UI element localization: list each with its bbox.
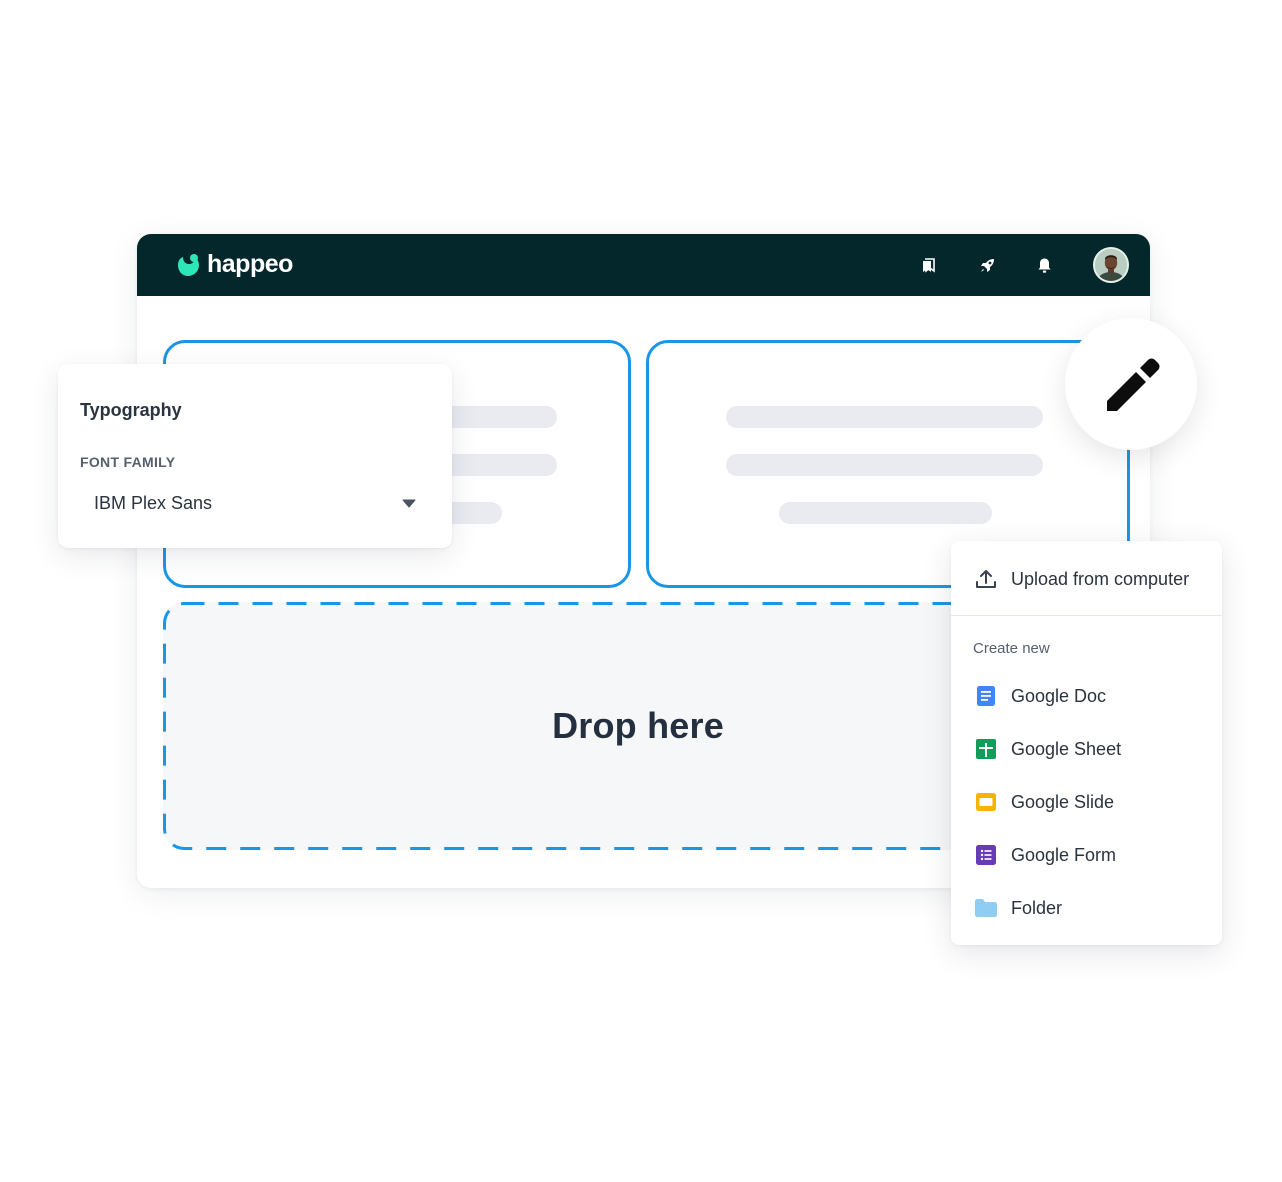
happeo-logo-icon — [178, 253, 199, 276]
folder-icon — [974, 896, 998, 920]
google-doc-icon — [974, 684, 998, 708]
rocket-icon[interactable] — [975, 253, 999, 277]
skeleton-line — [726, 454, 1043, 476]
google-sheet-icon — [974, 737, 998, 761]
typography-title: Typography — [80, 400, 182, 420]
upload-icon — [974, 567, 998, 591]
font-family-select[interactable]: IBM Plex Sans — [80, 482, 430, 524]
font-family-value: IBM Plex Sans — [94, 493, 213, 513]
skeleton-line — [779, 502, 992, 524]
file-menu: Upload from computer Create new Google D… — [951, 541, 1222, 945]
top-navbar: happeo — [137, 234, 1150, 296]
create-new-heading: Create new — [973, 640, 1050, 657]
menu-item-label: Folder — [1011, 897, 1063, 918]
menu-item-google-form[interactable]: Google Form — [951, 833, 1222, 877]
menu-divider — [951, 615, 1222, 616]
user-avatar[interactable] — [1093, 247, 1129, 283]
font-family-label: FONT FAMILY — [80, 454, 176, 470]
skeleton-line — [726, 406, 1043, 428]
bookmarks-icon[interactable] — [917, 253, 941, 277]
edit-button[interactable] — [1065, 318, 1197, 450]
menu-item-label: Google Doc — [1011, 685, 1107, 706]
menu-item-google-sheet[interactable]: Google Sheet — [951, 727, 1222, 771]
brand-name: happeo — [207, 250, 293, 278]
avatar-image — [1095, 249, 1127, 281]
upload-from-computer-item[interactable]: Upload from computer — [951, 557, 1222, 601]
google-form-icon — [974, 843, 998, 867]
menu-item-folder[interactable]: Folder — [951, 886, 1222, 930]
caret-down-icon — [402, 499, 416, 508]
upload-label: Upload from computer — [1011, 568, 1190, 589]
menu-item-label: Google Slide — [1011, 791, 1115, 812]
pencil-icon — [1107, 358, 1160, 411]
menu-item-google-slide[interactable]: Google Slide — [951, 780, 1222, 824]
bell-icon[interactable] — [1032, 253, 1056, 277]
menu-item-label: Google Form — [1011, 844, 1117, 865]
typography-panel: Typography FONT FAMILY IBM Plex Sans — [58, 364, 452, 548]
menu-item-google-doc[interactable]: Google Doc — [951, 674, 1222, 718]
brand-logo[interactable]: happeo — [175, 250, 293, 279]
google-slide-icon — [974, 790, 998, 814]
menu-item-label: Google Sheet — [1011, 738, 1122, 759]
